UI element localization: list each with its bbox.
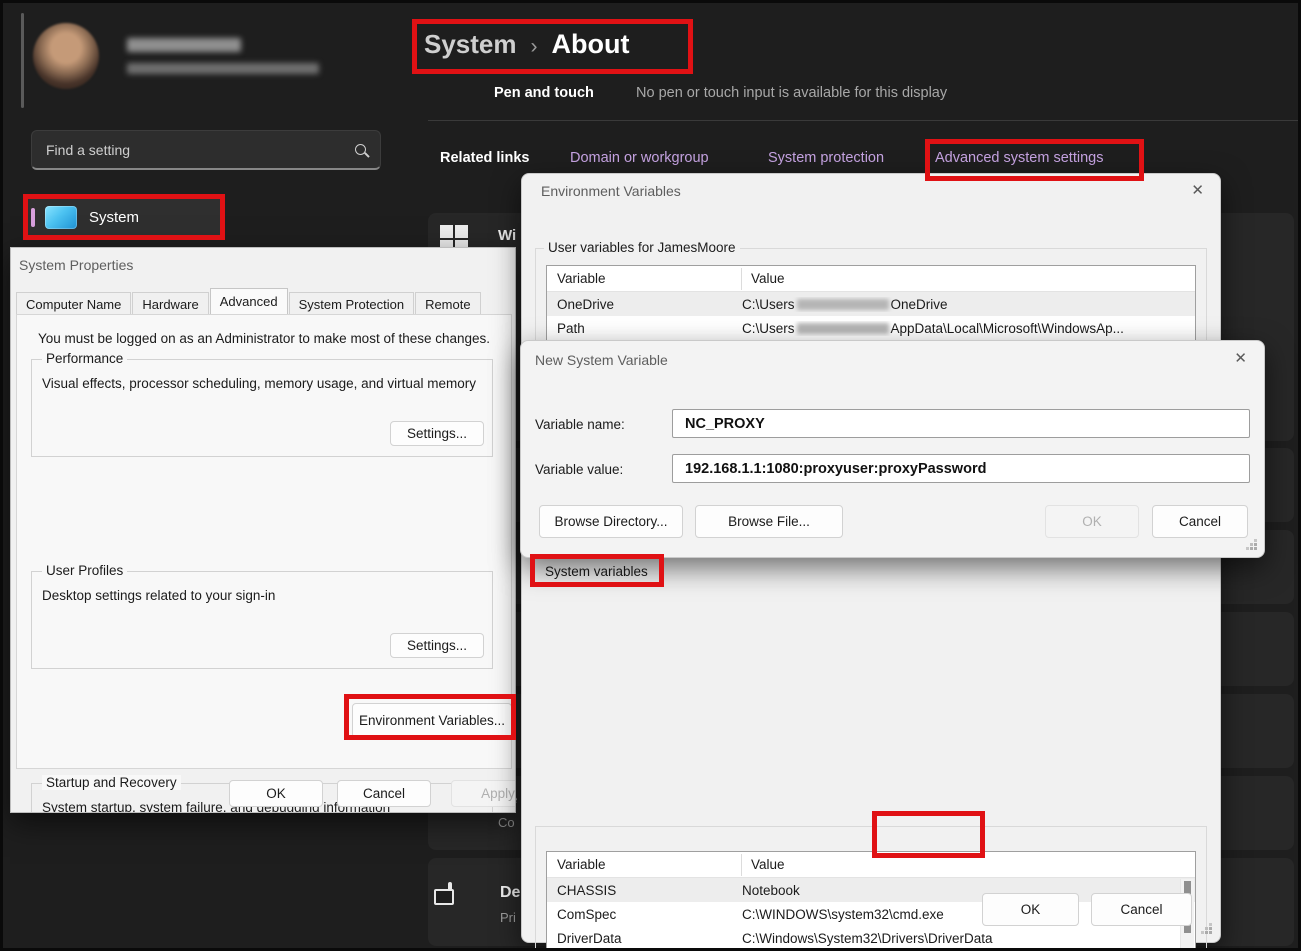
section-divider	[428, 120, 1301, 121]
table-header[interactable]: Variable Value	[547, 852, 1195, 878]
group-description: Desktop settings related to your sign-in	[42, 588, 275, 603]
admin-note: You must be logged on as an Administrato…	[38, 331, 490, 346]
user-email-redacted	[127, 63, 319, 74]
variable-name-label: Variable name:	[535, 417, 625, 432]
performance-settings-button[interactable]: Settings...	[390, 421, 484, 446]
card-subtitle-fragment: Co	[498, 815, 515, 830]
new-system-variable-dialog: New System Variable ✕ Variable name: NC_…	[520, 340, 1265, 558]
avatar	[33, 23, 99, 89]
resize-grip[interactable]	[1209, 931, 1212, 934]
cell-variable: ComSpec	[547, 907, 742, 922]
pen-and-touch-value: No pen or touch input is available for t…	[636, 85, 947, 101]
breadcrumb-separator-icon: ›	[531, 35, 538, 59]
close-icon[interactable]: ✕	[1191, 183, 1204, 198]
cell-value: C:\UsersOneDrive	[742, 297, 1195, 312]
system-properties-dialog: System Properties Computer Name Hardware…	[10, 247, 516, 813]
ok-button[interactable]: OK	[1045, 505, 1139, 538]
column-value[interactable]: Value	[742, 271, 785, 286]
dialog-title: Environment Variables	[541, 183, 681, 199]
table-row[interactable]: OneDrive C:\UsersOneDrive	[547, 292, 1195, 316]
link-domain-or-workgroup[interactable]: Domain or workgroup	[570, 150, 709, 166]
search-placeholder: Find a setting	[46, 142, 355, 158]
breadcrumb-section[interactable]: System	[424, 29, 517, 60]
windows-settings-screen: Find a setting System System › About Pen…	[0, 0, 1301, 951]
environment-variables-dialog: Environment Variables ✕ User variables f…	[521, 173, 1221, 943]
pen-and-touch-label: Pen and touch	[494, 85, 594, 101]
tab-computer-name[interactable]: Computer Name	[16, 292, 131, 314]
card-subtitle-fragment: Pri	[500, 910, 516, 925]
page-title: About	[552, 29, 630, 60]
cell-variable: Path	[547, 321, 742, 336]
variable-value-label: Variable value:	[535, 462, 623, 477]
cell-variable: OneDrive	[547, 297, 742, 312]
sidebar-item-system[interactable]: System	[25, 195, 225, 240]
group-title: User Profiles	[42, 563, 127, 578]
dialog-title: System Properties	[19, 257, 133, 273]
user-profiles-settings-button[interactable]: Settings...	[390, 633, 484, 658]
column-value[interactable]: Value	[742, 857, 785, 872]
browse-directory-button[interactable]: Browse Directory...	[539, 505, 683, 538]
apply-button[interactable]: Apply	[451, 780, 516, 807]
dialog-title: New System Variable	[535, 352, 668, 368]
column-variable[interactable]: Variable	[547, 857, 741, 872]
link-system-protection[interactable]: System protection	[768, 150, 884, 166]
system-monitor-icon	[45, 206, 77, 229]
cell-value: C:\Windows\System32\Drivers\DriverData	[742, 931, 1195, 946]
variable-name-input[interactable]: NC_PROXY	[672, 409, 1250, 438]
tab-hardware[interactable]: Hardware	[132, 292, 208, 314]
card-title-fragment: Wi	[498, 227, 516, 244]
variable-value-input[interactable]: 192.168.1.1:1080:proxyuser:proxyPassword	[672, 454, 1250, 483]
related-links-label: Related links	[440, 150, 529, 166]
table-header[interactable]: Variable Value	[547, 266, 1195, 292]
group-title: Startup and Recovery	[42, 775, 181, 790]
redacted-path-segment	[797, 299, 889, 310]
link-advanced-system-settings[interactable]: Advanced system settings	[935, 150, 1103, 166]
system-variables-group: Variable Value CHASSIS Notebook ComSpec …	[535, 826, 1207, 951]
tab-advanced[interactable]: Advanced	[210, 288, 288, 314]
breadcrumb: System › About	[424, 29, 629, 60]
redacted-path-segment	[797, 323, 889, 334]
cell-variable: DriverData	[547, 931, 742, 946]
table-row[interactable]: DriverData C:\Windows\System32\Drivers\D…	[547, 926, 1195, 950]
window-scrollbar[interactable]	[21, 13, 24, 108]
column-variable[interactable]: Variable	[547, 271, 741, 286]
ok-button[interactable]: OK	[229, 780, 323, 807]
table-row[interactable]: Path C:\UsersAppData\Local\Microsoft\Win…	[547, 316, 1195, 340]
user-profiles-group: User Profiles Desktop settings related t…	[31, 571, 493, 669]
resize-grip[interactable]	[1254, 547, 1257, 550]
cancel-button[interactable]: Cancel	[1091, 893, 1192, 926]
browse-file-button[interactable]: Browse File...	[695, 505, 843, 538]
system-variables-group-title: System variables	[541, 564, 652, 579]
group-description: Visual effects, processor scheduling, me…	[42, 376, 476, 391]
cell-variable: CHASSIS	[547, 883, 742, 898]
environment-variables-button[interactable]: Environment Variables...	[352, 703, 512, 738]
cell-value: C:\UsersAppData\Local\Microsoft\WindowsA…	[742, 321, 1195, 336]
cancel-button[interactable]: Cancel	[1152, 505, 1248, 538]
sidebar-item-label: System	[89, 209, 139, 226]
close-icon[interactable]: ✕	[1234, 351, 1247, 366]
device-toolbox-icon	[448, 882, 452, 903]
search-input[interactable]: Find a setting	[31, 130, 381, 170]
tab-bar: Computer Name Hardware Advanced System P…	[16, 289, 482, 314]
group-title: User variables for JamesMoore	[544, 240, 740, 255]
ok-button[interactable]: OK	[982, 893, 1079, 926]
group-title: Performance	[42, 351, 127, 366]
search-icon	[355, 144, 366, 155]
cancel-button[interactable]: Cancel	[337, 780, 431, 807]
tab-remote[interactable]: Remote	[415, 292, 481, 314]
performance-group: Performance Visual effects, processor sc…	[31, 359, 493, 457]
card-title-fragment: De	[500, 884, 520, 902]
advanced-tab-panel: You must be logged on as an Administrato…	[16, 314, 512, 769]
tab-system-protection[interactable]: System Protection	[289, 292, 415, 314]
user-name-redacted	[127, 38, 241, 52]
active-accent-bar	[31, 208, 35, 227]
